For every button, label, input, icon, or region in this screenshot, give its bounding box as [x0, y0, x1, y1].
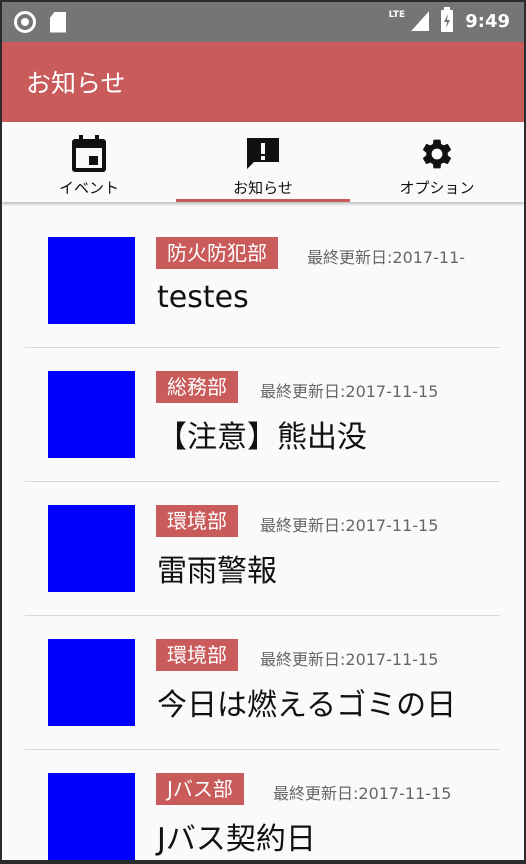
list-item[interactable]: 環境部 最終更新日:2017-11-15 今日は燃えるゴミの日 — [2, 616, 524, 750]
department-badge: 環境部 — [156, 505, 238, 537]
updated-date: 最終更新日:2017-11-15 — [260, 650, 439, 669]
list-item[interactable]: Jバス部 最終更新日:2017-11-15 Jバス契約日 — [2, 750, 524, 860]
notice-thumbnail — [48, 773, 135, 860]
department-badge: 防火防犯部 — [156, 237, 278, 269]
sd-card-icon — [50, 11, 66, 33]
battery-icon — [441, 7, 454, 32]
notice-title: testes — [157, 280, 249, 315]
tab-option[interactable]: オプション — [350, 122, 524, 202]
gear-icon — [417, 134, 457, 174]
notice-title: Jバス契約日 — [157, 822, 316, 857]
notice-thumbnail — [48, 505, 135, 592]
signal-icon — [411, 11, 430, 31]
notice-thumbnail — [48, 237, 135, 324]
tab-notice[interactable]: お知らせ — [176, 122, 350, 202]
updated-date: 最終更新日:2017-11- — [307, 248, 466, 267]
status-bar: LTE 9:49 — [2, 2, 524, 42]
department-badge: 総務部 — [156, 371, 238, 403]
tab-event[interactable]: イベント — [2, 122, 176, 202]
tab-label: お知らせ — [233, 179, 293, 197]
record-icon — [14, 11, 36, 33]
department-badge: 環境部 — [156, 639, 238, 671]
network-type: LTE — [388, 10, 406, 20]
notice-title: 今日は燃えるゴミの日 — [157, 688, 457, 723]
updated-date: 最終更新日:2017-11-15 — [273, 784, 452, 803]
department-badge: Jバス部 — [156, 773, 244, 805]
tab-label: オプション — [399, 179, 475, 197]
updated-date: 最終更新日:2017-11-15 — [260, 516, 439, 535]
notice-thumbnail — [48, 639, 135, 726]
list-item[interactable]: 総務部 最終更新日:2017-11-15 【注意】熊出没 — [2, 348, 524, 482]
page-title: お知らせ — [26, 69, 126, 98]
list-item[interactable]: 防火防犯部 最終更新日:2017-11- testes — [2, 202, 524, 348]
tab-bar: イベント お知らせ オプション — [2, 122, 524, 202]
notice-thumbnail — [48, 371, 135, 458]
phone-screen: LTE 9:49 お知らせ イベント お知らせ オプション 防火防犯部 最終更新… — [2, 2, 524, 860]
calendar-icon — [69, 134, 109, 174]
tab-label: イベント — [58, 179, 119, 197]
list-item[interactable]: 環境部 最終更新日:2017-11-15 雷雨警報 — [2, 482, 524, 616]
app-toolbar: お知らせ — [2, 42, 524, 122]
notification-icon — [243, 134, 283, 174]
notice-title: 雷雨警報 — [157, 554, 277, 589]
updated-date: 最終更新日:2017-11-15 — [260, 382, 439, 401]
notice-title: 【注意】熊出没 — [157, 420, 367, 455]
clock: 9:49 — [465, 10, 510, 32]
notice-list: 防火防犯部 最終更新日:2017-11- testes 総務部 最終更新日:20… — [2, 202, 524, 860]
